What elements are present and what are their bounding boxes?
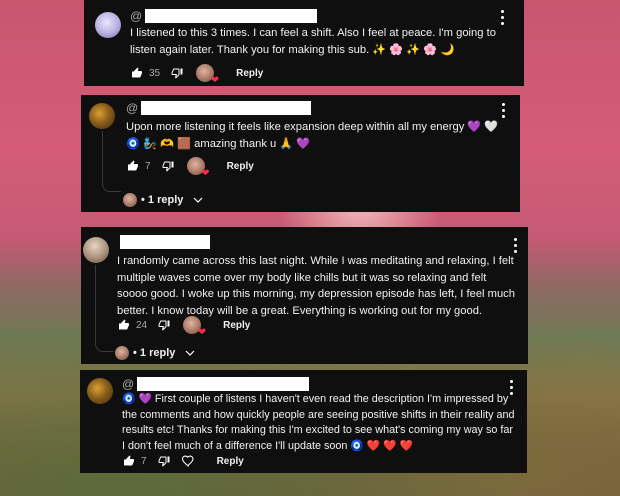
heart-icon: ❤ bbox=[201, 168, 210, 179]
redacted-username bbox=[137, 377, 310, 391]
reply-button[interactable]: Reply bbox=[217, 456, 244, 467]
replies-toggle[interactable]: • 1 reply bbox=[115, 346, 197, 360]
heart-icon: ❤ bbox=[210, 75, 220, 86]
thumb-up-icon[interactable] bbox=[130, 66, 144, 80]
thread-line bbox=[102, 131, 121, 192]
comment-actions: 24 ❤ Reply bbox=[117, 316, 250, 338]
comment-actions: 7 Reply bbox=[122, 454, 244, 468]
more-vert-icon[interactable] bbox=[501, 10, 505, 25]
avatar[interactable] bbox=[83, 237, 109, 263]
redacted-username bbox=[145, 9, 318, 23]
thumb-down-icon[interactable] bbox=[170, 66, 184, 80]
like-count: 24 bbox=[136, 319, 148, 331]
heart-icon[interactable] bbox=[181, 454, 195, 468]
creator-heart-badge: ❤ bbox=[183, 316, 206, 338]
reply-count: • 1 reply bbox=[141, 194, 184, 206]
avatar[interactable] bbox=[87, 378, 113, 404]
thumb-down-icon[interactable] bbox=[161, 159, 175, 173]
reply-button[interactable]: Reply bbox=[236, 68, 263, 79]
reply-button[interactable]: Reply bbox=[227, 161, 254, 172]
comment-author-handle[interactable] bbox=[117, 235, 210, 249]
creator-heart-badge: ❤ bbox=[196, 64, 219, 86]
thumb-up-icon[interactable] bbox=[117, 318, 131, 332]
reply-button[interactable]: Reply bbox=[223, 320, 250, 331]
comment-author-handle[interactable]: @ bbox=[130, 9, 318, 23]
comment-text: Upon more listening it feels like expans… bbox=[126, 121, 499, 150]
handle-prefix: @ bbox=[122, 377, 135, 391]
replies-toggle[interactable]: • 1 reply bbox=[123, 193, 205, 207]
comment-text: 🧿 💜 First couple of listens I haven't ev… bbox=[122, 393, 515, 452]
reply-avatar bbox=[115, 346, 129, 360]
comment-card: @ Upon more listening it feels like expa… bbox=[81, 95, 520, 212]
comment-card: I randomly came across this last night. … bbox=[81, 227, 528, 364]
chevron-down-icon bbox=[183, 346, 197, 360]
creator-heart-badge: ❤ bbox=[186, 157, 210, 179]
redacted-username bbox=[120, 235, 210, 249]
more-vert-icon[interactable] bbox=[514, 238, 518, 253]
like-count: 7 bbox=[141, 455, 147, 467]
reply-count: • 1 reply bbox=[133, 347, 176, 359]
comment-card: @ I listened to this 3 times. I can feel… bbox=[84, 0, 524, 86]
avatar[interactable] bbox=[89, 103, 115, 129]
thread-line bbox=[95, 265, 114, 352]
redacted-username bbox=[141, 101, 312, 115]
comment-author-handle[interactable]: @ bbox=[126, 101, 312, 115]
thumb-up-icon[interactable] bbox=[122, 454, 136, 468]
comment-text: I listened to this 3 times. I can feel a… bbox=[130, 27, 496, 56]
comment-actions: 7 ❤ Reply bbox=[126, 157, 254, 179]
thumb-down-icon[interactable] bbox=[157, 318, 171, 332]
chevron-down-icon bbox=[191, 193, 205, 207]
handle-prefix: @ bbox=[130, 9, 143, 23]
comment-text: I randomly came across this last night. … bbox=[117, 255, 516, 317]
comment-actions: 35 ❤ Reply bbox=[130, 64, 263, 86]
reply-avatar bbox=[123, 193, 137, 207]
comment-card: @ 🧿 💜 First couple of listens I haven't … bbox=[80, 370, 527, 473]
like-count: 7 bbox=[145, 160, 151, 172]
heart-icon: ❤ bbox=[197, 327, 207, 338]
handle-prefix: @ bbox=[126, 101, 139, 115]
more-vert-icon[interactable] bbox=[502, 103, 506, 118]
thumb-down-icon[interactable] bbox=[157, 454, 171, 468]
thumb-up-icon[interactable] bbox=[126, 159, 140, 173]
like-count: 35 bbox=[149, 67, 161, 79]
comment-author-handle[interactable]: @ bbox=[122, 377, 310, 391]
avatar[interactable] bbox=[95, 12, 121, 38]
